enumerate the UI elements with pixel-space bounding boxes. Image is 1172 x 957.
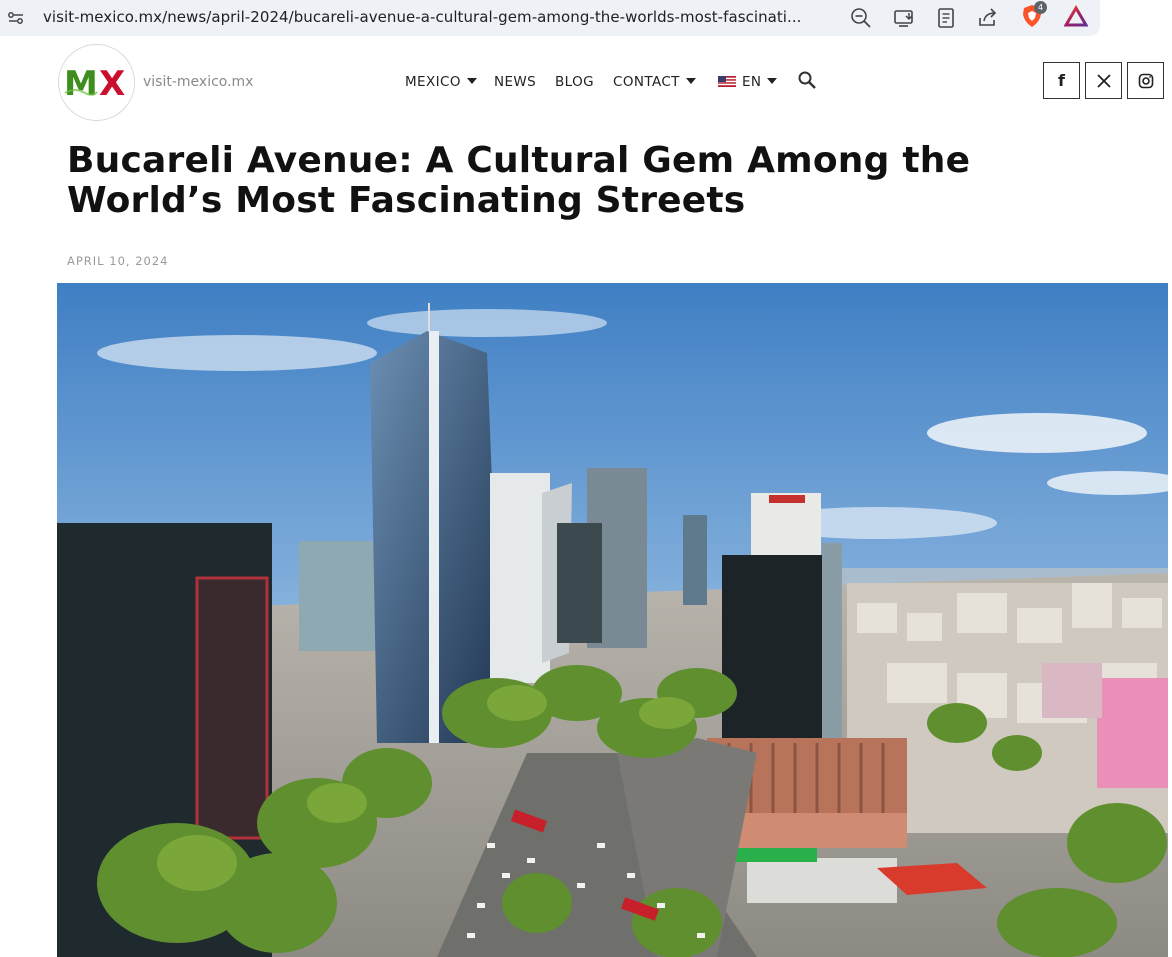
nav-item-label: CONTACT: [613, 74, 680, 90]
nav-item-contact[interactable]: CONTACT: [613, 74, 696, 90]
zoom-out-icon[interactable]: [849, 6, 873, 30]
aerial-city-avenue-photo: [57, 283, 1168, 957]
instagram-icon: [1138, 73, 1153, 88]
language-selector[interactable]: EN: [718, 74, 778, 90]
svg-text:M: M: [64, 64, 98, 104]
nav-item-mexico[interactable]: MEXICO: [405, 74, 477, 90]
install-app-icon[interactable]: [892, 6, 916, 30]
instagram-button[interactable]: [1127, 62, 1164, 99]
site-name[interactable]: visit-mexico.mx: [143, 74, 253, 90]
facebook-button[interactable]: f: [1043, 62, 1080, 99]
brave-shields-button[interactable]: 4: [1021, 1, 1047, 28]
caret-down-icon: [685, 78, 696, 84]
article-date: APRIL 10, 2024: [67, 254, 169, 268]
caret-down-icon: [767, 78, 778, 84]
nav-item-news[interactable]: NEWS: [494, 74, 536, 90]
share-icon[interactable]: [976, 6, 1000, 30]
nav-item-label: MEXICO: [405, 74, 461, 90]
mx-logo-icon: M X: [64, 64, 125, 104]
hero-image: [57, 283, 1168, 957]
nav-item-blog[interactable]: BLOG: [555, 74, 594, 90]
extension-badge: 4: [1034, 1, 1047, 14]
article-title: Bucareli Avenue: A Cultural Gem Among th…: [67, 140, 971, 221]
browser-address-bar[interactable]: visit-mexico.mx/news/april-2024/bucareli…: [0, 0, 1100, 36]
svg-text:X: X: [99, 64, 125, 104]
us-flag-icon: [718, 76, 736, 87]
nav-item-label: BLOG: [555, 74, 594, 90]
x-button[interactable]: [1085, 62, 1122, 99]
site-logo[interactable]: M X: [58, 44, 135, 121]
search-icon[interactable]: [797, 70, 817, 90]
language-label: EN: [742, 74, 762, 90]
caret-down-icon: [466, 78, 477, 84]
tune-icon[interactable]: [7, 9, 25, 27]
nav-item-label: NEWS: [494, 74, 537, 90]
x-icon: [1096, 73, 1111, 88]
url-text[interactable]: visit-mexico.mx/news/april-2024/bucareli…: [43, 8, 833, 26]
brave-rewards-icon[interactable]: [1064, 5, 1088, 29]
facebook-icon: f: [1058, 71, 1065, 90]
reader-mode-icon[interactable]: [934, 6, 958, 30]
